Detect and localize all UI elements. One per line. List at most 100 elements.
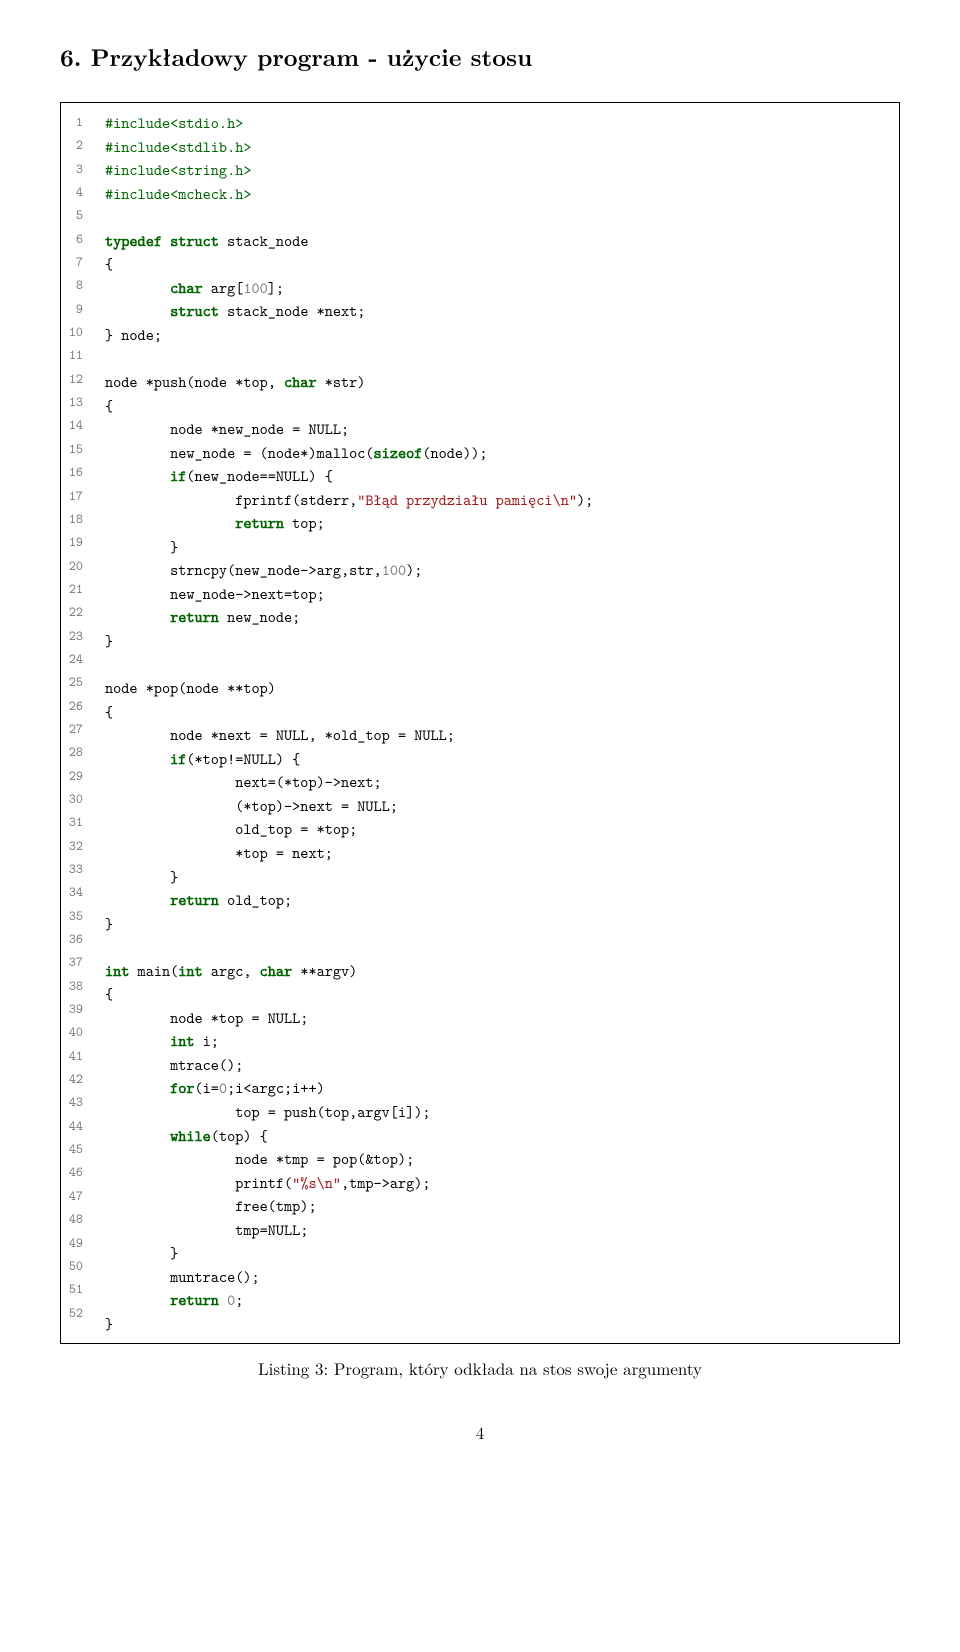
code-token: free(tmp);: [105, 1195, 317, 1216]
code-token: new_node = (node*)malloc(: [105, 442, 374, 463]
code-token: new_node->next=top;: [105, 583, 325, 604]
code-line: [105, 346, 889, 370]
line-number: 47: [61, 1185, 87, 1208]
code-line: }: [105, 629, 889, 653]
section-heading: 6. Przykładowy program - użycie stosu: [60, 40, 900, 74]
line-number: 32: [61, 835, 87, 858]
code-token: strncpy(new_node->arg,str,: [105, 559, 382, 580]
code-line: [105, 935, 889, 959]
code-line: int i;: [105, 1029, 889, 1053]
line-number: 36: [61, 928, 87, 951]
code-token: [219, 1289, 227, 1310]
code-token: i;: [195, 1030, 219, 1051]
code-line: struct stack_node *next;: [105, 299, 889, 323]
code-token: }: [105, 866, 178, 887]
code-block: #include<stdio.h>#include<stdlib.h>#incl…: [95, 103, 899, 1343]
code-listing: 1234567891011121314151617181920212223242…: [60, 102, 900, 1344]
code-token: int: [178, 960, 202, 981]
code-token: "Błąd przydziału pamięci\n": [357, 489, 577, 510]
line-number: 38: [61, 975, 87, 998]
line-number: 28: [61, 741, 87, 764]
code-line: }: [105, 912, 889, 936]
code-token: typedef struct: [105, 230, 219, 251]
listing-caption: Listing 3: Program, który odkłada na sto…: [60, 1356, 900, 1380]
line-number: 51: [61, 1278, 87, 1301]
line-number: 23: [61, 625, 87, 648]
code-line: while(top) {: [105, 1124, 889, 1148]
line-number: 22: [61, 601, 87, 624]
code-line: node *pop(node **top): [105, 676, 889, 700]
code-token: mtrace();: [105, 1054, 243, 1075]
code-token: stack_node: [219, 230, 309, 251]
code-token: if: [170, 465, 186, 486]
code-token: } node;: [105, 324, 162, 345]
line-number: 1: [61, 111, 87, 134]
code-token: node *tmp = pop(&top);: [105, 1148, 414, 1169]
code-token: 0: [227, 1289, 235, 1310]
code-line: [105, 205, 889, 229]
line-number: 43: [61, 1091, 87, 1114]
code-token: [105, 1289, 170, 1310]
code-token: ;: [235, 1289, 243, 1310]
code-token: printf(: [105, 1172, 292, 1193]
line-number: 21: [61, 578, 87, 601]
code-token: while: [170, 1125, 211, 1146]
line-number: 33: [61, 858, 87, 881]
line-number: 25: [61, 671, 87, 694]
line-number: 34: [61, 881, 87, 904]
code-token: (*top!=NULL) {: [186, 748, 300, 769]
code-line: node *tmp = pop(&top);: [105, 1147, 889, 1171]
line-number: 9: [61, 298, 87, 321]
code-token: ];: [268, 277, 284, 298]
line-number: 39: [61, 998, 87, 1021]
code-token: [105, 748, 170, 769]
code-line: node *new_node = NULL;: [105, 417, 889, 441]
code-line: } node;: [105, 323, 889, 347]
line-number: 5: [61, 204, 87, 227]
line-number: 11: [61, 344, 87, 367]
code-token: return: [170, 889, 219, 910]
code-token: ;i<argc;i++): [227, 1077, 325, 1098]
line-number: 26: [61, 695, 87, 718]
line-number: 24: [61, 648, 87, 671]
code-token: );: [577, 489, 593, 510]
code-line: #include<stdlib.h>: [105, 135, 889, 159]
line-number: 27: [61, 718, 87, 741]
code-token: #include<string.h>: [105, 159, 251, 180]
code-line: old_top = *top;: [105, 817, 889, 841]
line-number: 30: [61, 788, 87, 811]
line-number: 49: [61, 1232, 87, 1255]
line-number: 4: [61, 181, 87, 204]
code-token: [105, 1125, 170, 1146]
code-token: [105, 606, 170, 627]
code-token: node *push(node *top,: [105, 371, 284, 392]
line-number: 35: [61, 905, 87, 928]
code-line: mtrace();: [105, 1053, 889, 1077]
code-token: return: [170, 606, 219, 627]
line-number: 3: [61, 158, 87, 181]
code-token: node *pop(node **top): [105, 677, 276, 698]
code-line: new_node->next=top;: [105, 582, 889, 606]
line-number: 8: [61, 274, 87, 297]
code-token: {: [105, 983, 113, 1004]
code-line: if(new_node==NULL) {: [105, 464, 889, 488]
line-number: 45: [61, 1138, 87, 1161]
code-token: top;: [284, 512, 325, 533]
code-token: {: [105, 253, 113, 274]
line-number: 29: [61, 765, 87, 788]
code-token: [105, 512, 235, 533]
code-line: {: [105, 252, 889, 276]
code-token: [105, 889, 170, 910]
line-number: 2: [61, 134, 87, 157]
line-number: 17: [61, 485, 87, 508]
code-token: (top) {: [211, 1125, 268, 1146]
code-line: #include<stdio.h>: [105, 111, 889, 135]
code-line: node *next = NULL, *old_top = NULL;: [105, 723, 889, 747]
line-number: 52: [61, 1302, 87, 1325]
code-line: fprintf(stderr,"Błąd przydziału pamięci\…: [105, 488, 889, 512]
code-line: top = push(top,argv[i]);: [105, 1100, 889, 1124]
code-token: 0: [219, 1077, 227, 1098]
code-token: }: [105, 1242, 178, 1263]
line-number: 41: [61, 1045, 87, 1068]
code-line: node *push(node *top, char *str): [105, 370, 889, 394]
